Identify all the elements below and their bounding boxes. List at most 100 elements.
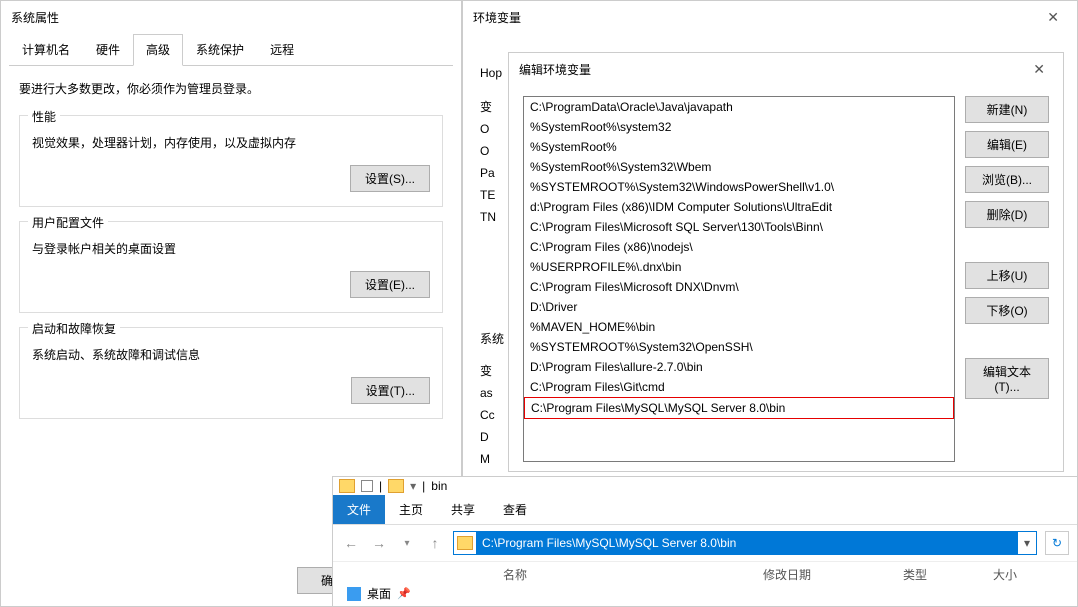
edit-button[interactable]: 编辑(E) xyxy=(965,131,1049,158)
refresh-icon[interactable]: ↻ xyxy=(1045,531,1069,555)
ribbon-home[interactable]: 主页 xyxy=(385,495,437,524)
list-item: M xyxy=(480,448,504,470)
path-entry[interactable]: C:\Program Files\Git\cmd xyxy=(524,377,954,397)
file-explorer: | ▾ | bin 文件 主页 共享 查看 ← → ▾ ↑ C:\Program… xyxy=(332,476,1078,607)
dialog-body: C:\ProgramData\Oracle\Java\javapath%Syst… xyxy=(509,86,1063,472)
separator: | xyxy=(422,479,425,493)
sys-label: 系统 xyxy=(480,328,504,350)
startup-settings-button[interactable]: 设置(T)... xyxy=(351,377,430,404)
dialog-title: 系统属性 xyxy=(1,1,461,34)
group-title: 用户配置文件 xyxy=(28,214,108,231)
up-icon[interactable]: ↑ xyxy=(425,533,445,553)
close-icon[interactable]: ✕ xyxy=(1025,59,1053,80)
col-size[interactable]: 大小 xyxy=(993,566,1053,583)
path-entry[interactable]: D:\Driver xyxy=(524,297,954,317)
path-entry[interactable]: C:\Program Files\Microsoft SQL Server\13… xyxy=(524,217,954,237)
address-dropdown-icon[interactable]: ▾ xyxy=(1018,536,1036,550)
path-entry[interactable]: C:\Program Files (x86)\nodejs\ xyxy=(524,237,954,257)
explorer-titlebar: | ▾ | bin xyxy=(333,477,1077,495)
titlebar: 环境变量 ✕ xyxy=(463,1,1077,34)
hop-label: Hop xyxy=(480,66,502,80)
ribbon-file[interactable]: 文件 xyxy=(333,495,385,524)
nav-bar: ← → ▾ ↑ C:\Program Files\MySQL\MySQL Ser… xyxy=(333,525,1077,561)
path-entry[interactable]: %SystemRoot% xyxy=(524,137,954,157)
ribbon-share[interactable]: 共享 xyxy=(437,495,489,524)
ribbon: 文件 主页 共享 查看 xyxy=(333,495,1077,525)
group-desc: 视觉效果，处理器计划，内存使用，以及虚拟内存 xyxy=(32,134,430,151)
path-entry[interactable]: %MAVEN_HOME%\bin xyxy=(524,317,954,337)
group-title: 启动和故障恢复 xyxy=(28,320,120,337)
address-bar-wrap: C:\Program Files\MySQL\MySQL Server 8.0\… xyxy=(453,531,1037,555)
list-item: 变 xyxy=(480,96,504,118)
admin-note: 要进行大多数更改，你必须作为管理员登录。 xyxy=(19,80,443,97)
close-icon[interactable]: ✕ xyxy=(1039,7,1067,28)
button-column: 新建(N) 编辑(E) 浏览(B)... 删除(D) 上移(U) 下移(O) 编… xyxy=(965,96,1049,462)
group-desc: 与登录帐户相关的桌面设置 xyxy=(32,240,430,257)
group-desc: 系统启动、系统故障和调试信息 xyxy=(32,346,430,363)
list-item: TN xyxy=(480,206,504,228)
folder-icon xyxy=(339,479,355,493)
tab-advanced[interactable]: 高级 xyxy=(133,34,183,66)
column-headers: 名称 修改日期 类型 大小 xyxy=(333,561,1077,587)
list-item: Cc xyxy=(480,404,504,426)
col-date[interactable]: 修改日期 xyxy=(763,566,903,583)
path-entry[interactable]: C:\Program Files\MySQL\MySQL Server 8.0\… xyxy=(524,397,954,419)
list-item: O xyxy=(480,118,504,140)
forward-icon[interactable]: → xyxy=(369,533,389,553)
tree-label: 桌面 xyxy=(367,585,391,602)
folder-icon xyxy=(454,536,476,550)
checkbox-icon[interactable] xyxy=(361,480,373,492)
tab-remote[interactable]: 远程 xyxy=(257,34,307,65)
tab-hardware[interactable]: 硬件 xyxy=(83,34,133,65)
list-item: O xyxy=(480,140,504,162)
list-item: D xyxy=(480,426,504,448)
list-item: as xyxy=(480,382,504,404)
address-bar[interactable]: C:\Program Files\MySQL\MySQL Server 8.0\… xyxy=(476,532,1018,554)
dialog-title: 编辑环境变量 xyxy=(519,61,591,78)
profile-group: 用户配置文件 与登录帐户相关的桌面设置 设置(E)... xyxy=(19,221,443,313)
edit-text-button[interactable]: 编辑文本(T)... xyxy=(965,358,1049,399)
move-up-button[interactable]: 上移(U) xyxy=(965,262,1049,289)
list-item: 变 xyxy=(480,360,504,382)
delete-button[interactable]: 删除(D) xyxy=(965,201,1049,228)
history-dropdown-icon[interactable]: ▾ xyxy=(397,533,417,553)
folder-icon xyxy=(388,479,404,493)
tree-item-desktop[interactable]: 桌面 📌 xyxy=(347,585,411,602)
list-item: TE xyxy=(480,184,504,206)
path-listbox[interactable]: C:\ProgramData\Oracle\Java\javapath%Syst… xyxy=(523,96,955,462)
tab-system-protection[interactable]: 系统保护 xyxy=(183,34,257,65)
profile-settings-button[interactable]: 设置(E)... xyxy=(350,271,430,298)
move-down-button[interactable]: 下移(O) xyxy=(965,297,1049,324)
breadcrumb: bin xyxy=(431,479,447,493)
path-entry[interactable]: %SYSTEMROOT%\System32\WindowsPowerShell\… xyxy=(524,177,954,197)
tab-computer-name[interactable]: 计算机名 xyxy=(9,34,83,65)
perf-settings-button[interactable]: 设置(S)... xyxy=(350,165,430,192)
edit-env-dialog: 编辑环境变量 ✕ C:\ProgramData\Oracle\Java\java… xyxy=(508,52,1064,472)
path-entry[interactable]: %SYSTEMROOT%\System32\OpenSSH\ xyxy=(524,337,954,357)
path-entry[interactable]: %SystemRoot%\System32\Wbem xyxy=(524,157,954,177)
tabs: 计算机名 硬件 高级 系统保护 远程 xyxy=(9,34,453,66)
desktop-icon xyxy=(347,587,361,601)
list-item: Pa xyxy=(480,162,504,184)
pin-icon: 📌 xyxy=(397,587,411,600)
separator: | xyxy=(379,479,382,493)
path-entry[interactable]: C:\Program Files\Microsoft DNX\Dnvm\ xyxy=(524,277,954,297)
startup-group: 启动和故障恢复 系统启动、系统故障和调试信息 设置(T)... xyxy=(19,327,443,419)
ribbon-view[interactable]: 查看 xyxy=(489,495,541,524)
new-button[interactable]: 新建(N) xyxy=(965,96,1049,123)
dialog-body: 要进行大多数更改，你必须作为管理员登录。 性能 视觉效果，处理器计划，内存使用，… xyxy=(1,66,461,447)
back-icon[interactable]: ← xyxy=(341,533,361,553)
col-name[interactable]: 名称 xyxy=(503,566,763,583)
group-title: 性能 xyxy=(28,108,60,125)
titlebar: 编辑环境变量 ✕ xyxy=(509,53,1063,86)
path-entry[interactable]: D:\Program Files\allure-2.7.0\bin xyxy=(524,357,954,377)
path-entry[interactable]: %SystemRoot%\system32 xyxy=(524,117,954,137)
browse-button[interactable]: 浏览(B)... xyxy=(965,166,1049,193)
path-entry[interactable]: C:\ProgramData\Oracle\Java\javapath xyxy=(524,97,954,117)
performance-group: 性能 视觉效果，处理器计划，内存使用，以及虚拟内存 设置(S)... xyxy=(19,115,443,207)
col-type[interactable]: 类型 xyxy=(903,566,993,583)
path-entry[interactable]: %USERPROFILE%\.dnx\bin xyxy=(524,257,954,277)
dialog-title: 环境变量 xyxy=(473,9,521,26)
path-entry[interactable]: d:\Program Files (x86)\IDM Computer Solu… xyxy=(524,197,954,217)
envvar-left-column: 变 O O Pa TE TN 系统 变 as Cc D M xyxy=(480,96,504,470)
